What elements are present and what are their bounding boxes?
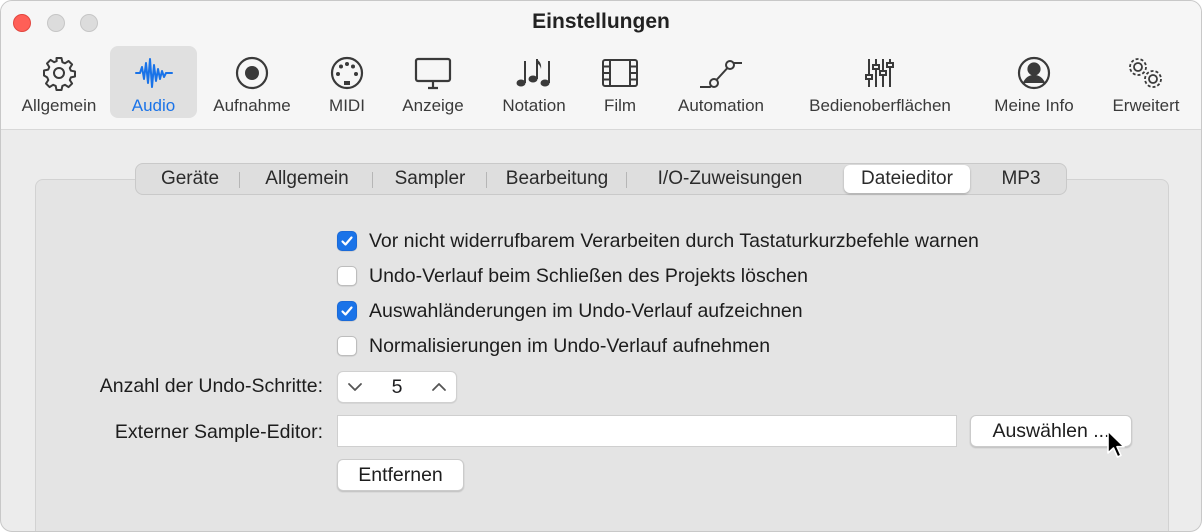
checkbox[interactable]	[337, 266, 357, 286]
gear-icon	[41, 53, 77, 93]
checkmark-icon	[341, 236, 353, 246]
toolbar-audio[interactable]: Audio	[110, 46, 197, 118]
mouse-pointer-icon	[1106, 429, 1128, 464]
toolbar-anzeige[interactable]: Anzeige	[396, 46, 470, 118]
settings-window: Einstellungen Allgemein Audio Aufnahme M…	[0, 0, 1202, 532]
chevron-down-icon[interactable]	[340, 372, 370, 402]
toolbar-meine-info[interactable]: Meine Info	[987, 46, 1081, 118]
option-label: Normalisierungen im Undo-Verlauf aufnehm…	[369, 334, 771, 357]
toolbar-film[interactable]: Film	[595, 46, 645, 118]
person-icon	[1016, 53, 1052, 93]
toolbar-midi[interactable]: MIDI	[317, 46, 377, 118]
toolbar-label: Audio	[131, 96, 176, 115]
tab-bar: Geräte Allgemein Sampler Bearbeitung I/O…	[135, 163, 1067, 195]
toolbar-allgemein[interactable]: Allgemein	[9, 46, 109, 118]
option-record-selection-changes[interactable]: Auswahländerungen im Undo-Verlauf aufzei…	[337, 299, 803, 323]
display-icon	[413, 53, 453, 93]
tab-sampler[interactable]: Sampler	[376, 164, 484, 194]
waveform-icon	[134, 53, 174, 93]
toolbar-label: Allgemein	[21, 96, 97, 115]
checkmark-icon	[341, 306, 353, 316]
toolbar-label: Notation	[502, 96, 566, 115]
toolbar-label: Bedienoberflächen	[809, 96, 951, 115]
undo-steps-value: 5	[391, 376, 403, 398]
gears-icon	[1124, 53, 1168, 93]
tab-bearbeitung[interactable]: Bearbeitung	[490, 164, 624, 194]
toolbar-aufnahme[interactable]: Aufnahme	[205, 46, 299, 118]
tab-io-zuweisungen[interactable]: I/O-Zuweisungen	[630, 164, 830, 194]
checkbox[interactable]	[337, 301, 357, 321]
tab-divider	[239, 172, 240, 188]
checkbox[interactable]	[337, 231, 357, 251]
remove-editor-button[interactable]: Entfernen	[337, 459, 464, 491]
tab-geraete[interactable]: Geräte	[142, 164, 238, 194]
option-label: Undo-Verlauf beim Schließen des Projekts…	[369, 264, 808, 287]
tab-allgemein[interactable]: Allgemein	[244, 164, 370, 194]
undo-steps-stepper[interactable]: 5	[337, 371, 457, 403]
film-icon	[601, 53, 639, 93]
option-warn-non-undoable[interactable]: Vor nicht widerrufbarem Verarbeiten durc…	[337, 229, 979, 253]
tab-dateieditor[interactable]: Dateieditor	[844, 165, 970, 193]
music-notes-icon	[514, 53, 554, 93]
undo-steps-label: Anzahl der Undo-Schritte:	[99, 375, 323, 397]
option-label: Vor nicht widerrufbarem Verarbeiten durc…	[369, 229, 979, 252]
chevron-up-icon[interactable]	[424, 372, 454, 402]
option-record-normalizations[interactable]: Normalisierungen im Undo-Verlauf aufnehm…	[337, 334, 770, 358]
record-icon	[234, 53, 270, 93]
toolbar-label: Film	[603, 96, 637, 115]
faders-icon	[862, 53, 898, 93]
toolbar-automation[interactable]: Automation	[669, 46, 773, 118]
toolbar-bedienoberflaechen[interactable]: Bedienoberflächen	[798, 46, 962, 118]
toolbar-label: Automation	[678, 96, 764, 115]
window-toolbar: Einstellungen Allgemein Audio Aufnahme M…	[1, 1, 1201, 130]
checkbox[interactable]	[337, 336, 357, 356]
window-title: Einstellungen	[532, 10, 670, 33]
toolbar-label: Meine Info	[994, 96, 1074, 115]
toolbar-erweitert[interactable]: Erweitert	[1105, 46, 1187, 118]
toolbar-label: Aufnahme	[213, 96, 291, 115]
toolbar-label: Anzeige	[402, 96, 464, 115]
option-label: Auswahländerungen im Undo-Verlauf aufzei…	[369, 299, 803, 322]
toolbar-label: MIDI	[329, 96, 365, 115]
external-editor-path-field[interactable]	[337, 415, 957, 447]
midi-port-icon	[329, 53, 365, 93]
tab-divider	[372, 172, 373, 188]
tab-divider	[486, 172, 487, 188]
automation-curve-icon	[698, 53, 744, 93]
toolbar-notation[interactable]: Notation	[494, 46, 574, 118]
external-editor-label: Externer Sample-Editor:	[114, 421, 323, 443]
tab-mp3[interactable]: MP3	[976, 164, 1066, 194]
tab-divider	[626, 172, 627, 188]
option-clear-undo-on-close[interactable]: Undo-Verlauf beim Schließen des Projekts…	[337, 264, 808, 288]
toolbar-label: Erweitert	[1112, 96, 1180, 115]
